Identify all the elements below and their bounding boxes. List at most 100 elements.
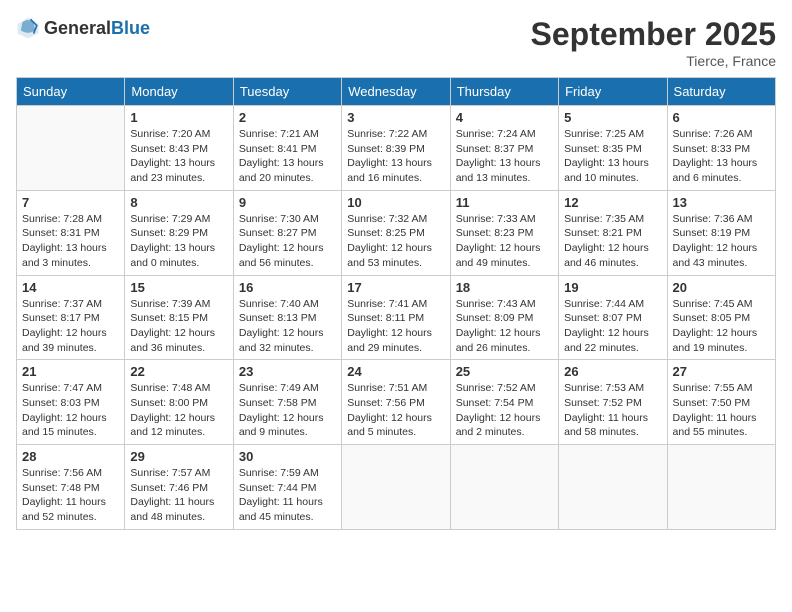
calendar-cell: 23 Sunrise: 7:49 AM Sunset: 7:58 PM Dayli… — [233, 360, 341, 445]
calendar-cell: 7 Sunrise: 7:28 AM Sunset: 8:31 PM Daylig… — [17, 190, 125, 275]
day-info: Sunrise: 7:40 AM Sunset: 8:13 PM Dayligh… — [239, 297, 336, 356]
day-info: Sunrise: 7:47 AM Sunset: 8:03 PM Dayligh… — [22, 381, 119, 440]
weekday-header: Saturday — [667, 78, 775, 106]
day-info: Sunrise: 7:37 AM Sunset: 8:17 PM Dayligh… — [22, 297, 119, 356]
calendar-cell: 30 Sunrise: 7:59 AM Sunset: 7:44 PM Dayli… — [233, 445, 341, 530]
day-number: 7 — [22, 195, 119, 210]
logo-text: GeneralBlue — [44, 19, 150, 38]
calendar-cell: 9 Sunrise: 7:30 AM Sunset: 8:27 PM Daylig… — [233, 190, 341, 275]
calendar-week-row: 14 Sunrise: 7:37 AM Sunset: 8:17 PM Dayli… — [17, 275, 776, 360]
day-number: 6 — [673, 110, 770, 125]
day-number: 5 — [564, 110, 661, 125]
day-info: Sunrise: 7:53 AM Sunset: 7:52 PM Dayligh… — [564, 381, 661, 440]
calendar-cell: 17 Sunrise: 7:41 AM Sunset: 8:11 PM Dayli… — [342, 275, 450, 360]
day-info: Sunrise: 7:41 AM Sunset: 8:11 PM Dayligh… — [347, 297, 444, 356]
day-info: Sunrise: 7:48 AM Sunset: 8:00 PM Dayligh… — [130, 381, 227, 440]
day-number: 14 — [22, 280, 119, 295]
calendar-cell: 6 Sunrise: 7:26 AM Sunset: 8:33 PM Daylig… — [667, 106, 775, 191]
day-info: Sunrise: 7:30 AM Sunset: 8:27 PM Dayligh… — [239, 212, 336, 271]
day-number: 9 — [239, 195, 336, 210]
calendar-week-row: 7 Sunrise: 7:28 AM Sunset: 8:31 PM Daylig… — [17, 190, 776, 275]
calendar-cell: 22Sunrise: 7:48 AM Sunset: 8:00 PM Dayli… — [125, 360, 233, 445]
weekday-header: Tuesday — [233, 78, 341, 106]
calendar-cell: 1Sunrise: 7:20 AM Sunset: 8:43 PM Daylig… — [125, 106, 233, 191]
page-header: GeneralBlue September 2025 Tierce, Franc… — [16, 16, 776, 69]
day-number: 17 — [347, 280, 444, 295]
day-number: 3 — [347, 110, 444, 125]
day-info: Sunrise: 7:22 AM Sunset: 8:39 PM Dayligh… — [347, 127, 444, 186]
day-number: 29 — [130, 449, 227, 464]
day-info: Sunrise: 7:59 AM Sunset: 7:44 PM Dayligh… — [239, 466, 336, 525]
day-number: 23 — [239, 364, 336, 379]
calendar-cell: 18 Sunrise: 7:43 AM Sunset: 8:09 PM Dayli… — [450, 275, 558, 360]
day-number: 21 — [22, 364, 119, 379]
logo-general: General — [44, 18, 111, 38]
weekday-header: Monday — [125, 78, 233, 106]
day-info: Sunrise: 7:28 AM Sunset: 8:31 PM Dayligh… — [22, 212, 119, 271]
day-info: Sunrise: 7:49 AM Sunset: 7:58 PM Dayligh… — [239, 381, 336, 440]
calendar-cell — [17, 106, 125, 191]
calendar-cell: 16 Sunrise: 7:40 AM Sunset: 8:13 PM Dayli… — [233, 275, 341, 360]
location-title: Tierce, France — [531, 53, 776, 69]
logo-icon — [16, 16, 40, 40]
day-number: 4 — [456, 110, 553, 125]
calendar-cell: 3 Sunrise: 7:22 AM Sunset: 8:39 PM Daylig… — [342, 106, 450, 191]
weekday-header: Sunday — [17, 78, 125, 106]
calendar-cell: 15 Sunrise: 7:39 AM Sunset: 8:15 PM Dayli… — [125, 275, 233, 360]
calendar-cell — [559, 445, 667, 530]
calendar-cell: 8Sunrise: 7:29 AM Sunset: 8:29 PM Daylig… — [125, 190, 233, 275]
day-info: Sunrise: 7:52 AM Sunset: 7:54 PM Dayligh… — [456, 381, 553, 440]
calendar-cell: 19 Sunrise: 7:44 AM Sunset: 8:07 PM Dayli… — [559, 275, 667, 360]
day-info: Sunrise: 7:26 AM Sunset: 8:33 PM Dayligh… — [673, 127, 770, 186]
day-number: 28 — [22, 449, 119, 464]
calendar-cell: 20 Sunrise: 7:45 AM Sunset: 8:05 PM Dayli… — [667, 275, 775, 360]
calendar-cell: 4 Sunrise: 7:24 AM Sunset: 8:37 PM Daylig… — [450, 106, 558, 191]
day-number: 25 — [456, 364, 553, 379]
day-info: Sunrise: 7:57 AM Sunset: 7:46 PM Dayligh… — [130, 466, 227, 525]
day-number: 2 — [239, 110, 336, 125]
calendar-cell — [450, 445, 558, 530]
day-number: 11 — [456, 195, 553, 210]
calendar-cell: 13Sunrise: 7:36 AM Sunset: 8:19 PM Dayli… — [667, 190, 775, 275]
calendar-cell: 12 Sunrise: 7:35 AM Sunset: 8:21 PM Dayli… — [559, 190, 667, 275]
day-number: 10 — [347, 195, 444, 210]
calendar-cell: 21 Sunrise: 7:47 AM Sunset: 8:03 PM Dayli… — [17, 360, 125, 445]
day-info: Sunrise: 7:32 AM Sunset: 8:25 PM Dayligh… — [347, 212, 444, 271]
day-info: Sunrise: 7:35 AM Sunset: 8:21 PM Dayligh… — [564, 212, 661, 271]
calendar-cell — [667, 445, 775, 530]
weekday-header: Wednesday — [342, 78, 450, 106]
weekday-header: Thursday — [450, 78, 558, 106]
day-number: 30 — [239, 449, 336, 464]
weekday-header: Friday — [559, 78, 667, 106]
day-info: Sunrise: 7:55 AM Sunset: 7:50 PM Dayligh… — [673, 381, 770, 440]
day-number: 27 — [673, 364, 770, 379]
day-info: Sunrise: 7:51 AM Sunset: 7:56 PM Dayligh… — [347, 381, 444, 440]
day-info: Sunrise: 7:24 AM Sunset: 8:37 PM Dayligh… — [456, 127, 553, 186]
day-number: 20 — [673, 280, 770, 295]
day-number: 18 — [456, 280, 553, 295]
logo: GeneralBlue — [16, 16, 150, 40]
month-title: September 2025 — [531, 16, 776, 53]
day-info: Sunrise: 7:44 AM Sunset: 8:07 PM Dayligh… — [564, 297, 661, 356]
day-number: 19 — [564, 280, 661, 295]
calendar-cell: 25 Sunrise: 7:52 AM Sunset: 7:54 PM Dayli… — [450, 360, 558, 445]
calendar-cell: 24 Sunrise: 7:51 AM Sunset: 7:56 PM Dayli… — [342, 360, 450, 445]
day-number: 26 — [564, 364, 661, 379]
day-info: Sunrise: 7:29 AM Sunset: 8:29 PM Dayligh… — [130, 212, 227, 271]
logo-blue: Blue — [111, 18, 150, 38]
day-info: Sunrise: 7:56 AM Sunset: 7:48 PM Dayligh… — [22, 466, 119, 525]
calendar-cell: 29 Sunrise: 7:57 AM Sunset: 7:46 PM Dayli… — [125, 445, 233, 530]
calendar-week-row: 21 Sunrise: 7:47 AM Sunset: 8:03 PM Dayli… — [17, 360, 776, 445]
day-info: Sunrise: 7:45 AM Sunset: 8:05 PM Dayligh… — [673, 297, 770, 356]
calendar-week-row: 1Sunrise: 7:20 AM Sunset: 8:43 PM Daylig… — [17, 106, 776, 191]
day-info: Sunrise: 7:43 AM Sunset: 8:09 PM Dayligh… — [456, 297, 553, 356]
day-number: 16 — [239, 280, 336, 295]
day-number: 24 — [347, 364, 444, 379]
calendar-cell: 27 Sunrise: 7:55 AM Sunset: 7:50 PM Dayli… — [667, 360, 775, 445]
day-number: 15 — [130, 280, 227, 295]
calendar-cell: 26 Sunrise: 7:53 AM Sunset: 7:52 PM Dayli… — [559, 360, 667, 445]
calendar-cell: 5Sunrise: 7:25 AM Sunset: 8:35 PM Daylig… — [559, 106, 667, 191]
day-number: 12 — [564, 195, 661, 210]
day-info: Sunrise: 7:39 AM Sunset: 8:15 PM Dayligh… — [130, 297, 227, 356]
calendar-cell — [342, 445, 450, 530]
